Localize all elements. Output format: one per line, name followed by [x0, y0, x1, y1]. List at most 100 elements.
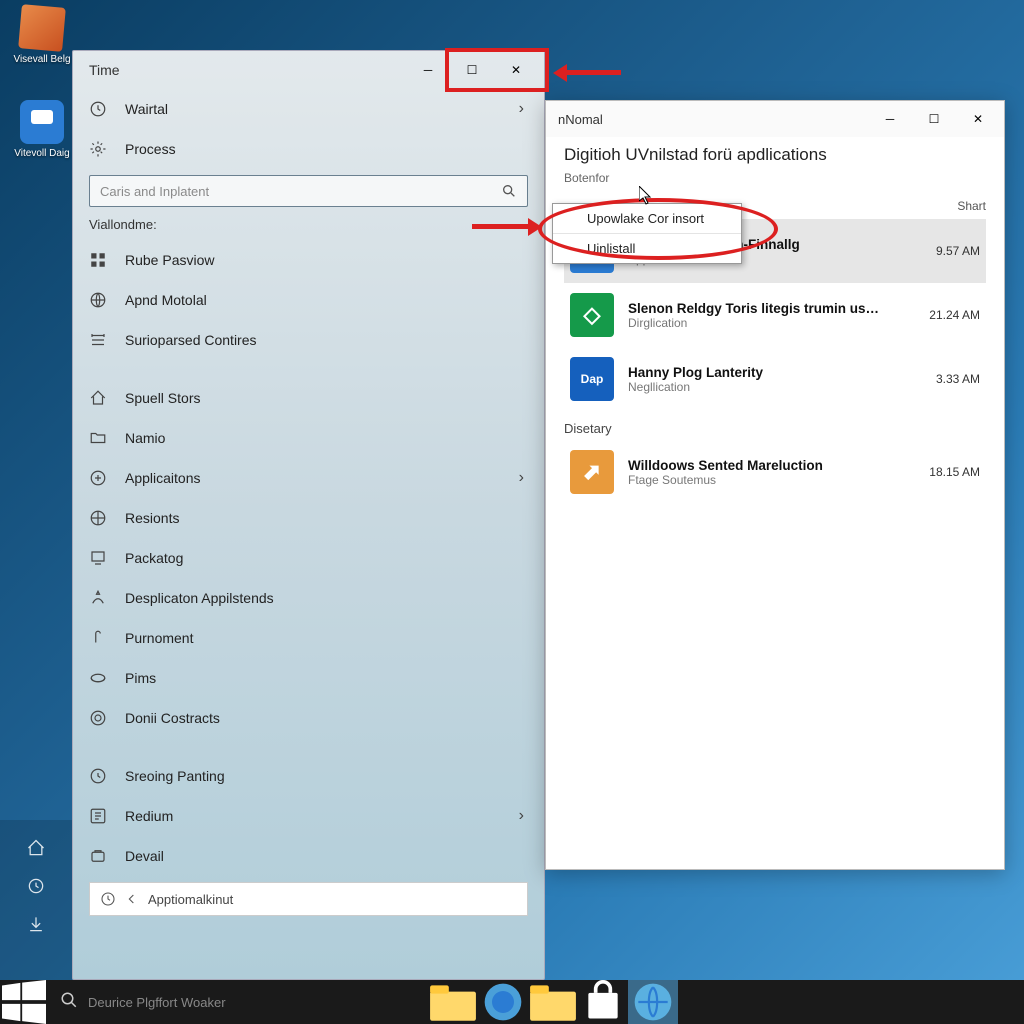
app-type: Negllication	[628, 380, 892, 394]
chevron-right-icon: ›	[519, 469, 524, 487]
panel-menu-item[interactable]: Surioparsed Contires	[89, 320, 528, 360]
item-icon	[89, 549, 107, 567]
start-button[interactable]	[0, 980, 48, 1024]
taskbar-item-browser[interactable]	[478, 980, 528, 1024]
app-info: Hanny Plog LanterityNegllication	[628, 365, 892, 394]
context-menu-item-update[interactable]: Upowlake Cor insort	[553, 204, 741, 234]
box-icon	[18, 4, 66, 52]
start-panel: Time ─ ☐ ✕ Wairtal › Process Viallondme:…	[72, 50, 545, 980]
item-label: Resionts	[125, 510, 179, 526]
search-box[interactable]	[89, 175, 528, 207]
item-label: Sreoing Panting	[125, 768, 225, 784]
refresh-icon[interactable]	[26, 876, 46, 896]
app-info: Slenon Reldgy Toris litegis trumin us…Di…	[628, 301, 892, 330]
desktop-icon-1[interactable]: Visevall Belg	[10, 6, 74, 65]
col-shart: Shart	[916, 199, 986, 213]
item-label: Purnoment	[125, 630, 193, 646]
item-label: Pims	[125, 670, 156, 686]
item-icon	[89, 509, 107, 527]
app-list-item[interactable]: DapHanny Plog LanterityNegllication3.33 …	[564, 347, 986, 411]
app-time: 18.15 AM	[906, 465, 980, 479]
bottom-search[interactable]: Apptiomalkinut	[89, 882, 528, 916]
close-button[interactable]: ✕	[494, 55, 538, 85]
taskbar-item-store[interactable]	[578, 980, 628, 1024]
app-info: Willdoows Sented MareluctionFtage Soutem…	[628, 458, 892, 487]
app-list: ⬈ Willdoows Sented MareluctionFtage Soute…	[546, 440, 1004, 504]
app-icon: ◇	[570, 293, 614, 337]
start-panel-header: Time ─ ☐ ✕	[73, 51, 544, 89]
desktop-icon-2[interactable]: Vitevoll Daig	[10, 100, 74, 159]
app-list-item[interactable]: ◇ Slenon Reldgy Toris litegis trumin us…D…	[564, 283, 986, 347]
item-icon	[89, 629, 107, 647]
folder-icon	[528, 980, 578, 1024]
item-label: Desplicaton Appilstends	[125, 590, 274, 606]
minimize-button[interactable]: ─	[406, 55, 450, 85]
panel-menu-item[interactable]: Spuell Stors	[89, 378, 528, 418]
panel-menu-item[interactable]: Namio	[89, 418, 528, 458]
app-time: 9.57 AM	[906, 244, 980, 258]
apps-window-titlebar[interactable]: nNomal ─ ☐ ✕	[546, 101, 1004, 137]
globe-icon	[478, 980, 528, 1024]
taskbar-item-app[interactable]	[628, 980, 678, 1024]
item-icon	[89, 669, 107, 687]
item-label: Surioparsed Contires	[125, 332, 257, 348]
panel-menu-item[interactable]: Devail	[89, 836, 528, 876]
panel-menu-item[interactable]: Resionts	[89, 498, 528, 538]
item-icon	[89, 429, 107, 447]
minimize-button[interactable]: ─	[868, 104, 912, 134]
search-icon	[501, 183, 517, 199]
windows-icon	[0, 980, 48, 1024]
panel-menu-item[interactable]: Pims	[89, 658, 528, 698]
window-title: nNomal	[558, 112, 603, 127]
item-icon	[89, 251, 107, 269]
item-label: Process	[125, 141, 176, 157]
taskbar-search[interactable]: Deurice Plgffort Woaker	[48, 980, 428, 1024]
item-icon	[89, 291, 107, 309]
panel-menu-item[interactable]: Sreoing Panting	[89, 756, 528, 796]
item-icon	[89, 709, 107, 727]
panel-menu-item[interactable]: Rube Pasviow	[89, 240, 528, 280]
taskbar-item-explorer[interactable]	[428, 980, 478, 1024]
section-header: Disetary	[546, 411, 1004, 440]
gear-icon	[89, 140, 107, 158]
taskbar-search-placeholder: Deurice Plgffort Woaker	[88, 995, 226, 1010]
bottom-search-text: Apptiomalkinut	[148, 892, 233, 907]
panel-menu-item[interactable]: Packatog	[89, 538, 528, 578]
panel-item-wairtal[interactable]: Wairtal ›	[89, 89, 528, 129]
annotation-arrow	[553, 62, 623, 82]
item-label: Namio	[125, 430, 165, 446]
home-icon[interactable]	[26, 838, 46, 858]
panel-menu-item[interactable]: Desplicaton Appilstends	[89, 578, 528, 618]
globe2-icon	[628, 980, 678, 1024]
section-label: Viallondme:	[89, 217, 528, 232]
app-name: Hanny Plog Lanterity	[628, 365, 892, 380]
dial-icon	[89, 100, 107, 118]
close-button[interactable]: ✕	[956, 104, 1000, 134]
app-icon: ⬈	[570, 450, 614, 494]
panel-item-process[interactable]: Process	[89, 129, 528, 169]
panel-menu-item[interactable]: Donii Costracts	[89, 698, 528, 738]
chevron-right-icon: ›	[519, 807, 524, 825]
panel-menu-item[interactable]: Apnd Motolal	[89, 280, 528, 320]
item-label: Packatog	[125, 550, 183, 566]
panel-menu-item[interactable]: Purnoment	[89, 618, 528, 658]
app-time: 21.24 AM	[906, 308, 980, 322]
taskbar: Deurice Plgffort Woaker	[0, 980, 1024, 1024]
left-strip	[0, 820, 72, 980]
app-type: Dirglication	[628, 316, 892, 330]
taskbar-pinned	[428, 980, 678, 1024]
download-icon[interactable]	[26, 914, 46, 934]
context-menu-item-uninstall[interactable]: Uinlistall	[553, 234, 741, 263]
app-list-item[interactable]: ⬈ Willdoows Sented MareluctionFtage Soute…	[564, 440, 986, 504]
maximize-button[interactable]: ☐	[450, 55, 494, 85]
panel-menu-item[interactable]: Redium›	[89, 796, 528, 836]
panel-menu-item[interactable]: Applicaitons›	[89, 458, 528, 498]
maximize-button[interactable]: ☐	[912, 104, 956, 134]
taskbar-item-files[interactable]	[528, 980, 578, 1024]
search-icon	[60, 991, 78, 1014]
app-type: Ftage Soutemus	[628, 473, 892, 487]
desktop-icon-label: Vitevoll Daig	[10, 148, 74, 159]
search-input[interactable]	[100, 184, 501, 199]
arrow-back-icon	[124, 891, 140, 907]
apps-heading: Digitioh UVnilstad forü apdlications	[564, 145, 986, 165]
